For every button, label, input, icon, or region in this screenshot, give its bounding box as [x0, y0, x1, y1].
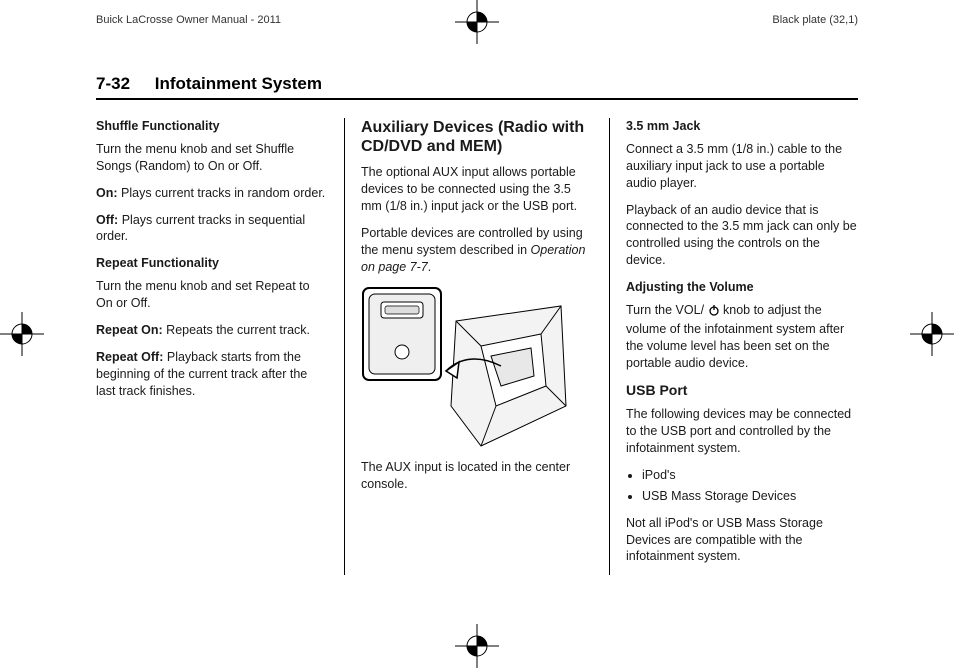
usb-note: Not all iPod's or USB Mass Storage Devic… [626, 515, 858, 566]
page: Buick LaCrosse Owner Manual - 2011 Black… [0, 0, 954, 668]
column-2: Auxiliary Devices (Radio with CD/DVD and… [344, 118, 609, 575]
usb-list: iPod's USB Mass Storage Devices [626, 467, 858, 505]
repeat-on: Repeat On: Repeats the current track. [96, 322, 328, 339]
volume-heading: Adjusting the Volume [626, 279, 858, 296]
shuffle-on: On: Plays current tracks in random order… [96, 185, 328, 202]
plate-label: Black plate (32,1) [772, 14, 858, 26]
aux-caption: The AUX input is located in the center c… [361, 459, 593, 493]
page-header: 7-32 Infotainment System [96, 74, 858, 100]
shuffle-intro: Turn the menu knob and set Shuffle Songs… [96, 141, 328, 175]
usb-heading: USB Port [626, 381, 858, 400]
aux-p2b: . [428, 260, 431, 274]
repeat-on-label: Repeat On: [96, 323, 163, 337]
jack-heading: 3.5 mm Jack [626, 118, 858, 135]
repeat-off-label: Repeat Off: [96, 350, 163, 364]
chapter-title: Infotainment System [155, 74, 322, 93]
list-item: iPod's [642, 467, 858, 484]
shuffle-off-text: Plays current tracks in sequential order… [96, 213, 305, 244]
list-item: USB Mass Storage Devices [642, 488, 858, 505]
jack-p1: Connect a 3.5 mm (1/8 in.) cable to the … [626, 141, 858, 192]
shuffle-on-text: Plays current tracks in random order. [121, 186, 325, 200]
aux-p2: Portable devices are controlled by using… [361, 225, 593, 276]
registration-mark-right-icon [910, 312, 954, 356]
usb-intro: The following devices may be connected t… [626, 406, 858, 457]
aux-heading: Auxiliary Devices (Radio with CD/DVD and… [361, 118, 593, 156]
repeat-heading: Repeat Functionality [96, 255, 328, 272]
repeat-off: Repeat Off: Playback starts from the beg… [96, 349, 328, 400]
column-3: 3.5 mm Jack Connect a 3.5 mm (1/8 in.) c… [609, 118, 858, 575]
topline: Buick LaCrosse Owner Manual - 2011 Black… [96, 14, 858, 26]
jack-p2: Playback of an audio device that is conn… [626, 202, 858, 270]
columns: Shuffle Functionality Turn the menu knob… [96, 118, 858, 575]
shuffle-off: Off: Plays current tracks in sequential … [96, 212, 328, 246]
content-area: 7-32 Infotainment System Shuffle Functio… [96, 74, 858, 620]
repeat-intro: Turn the menu knob and set Repeat to On … [96, 278, 328, 312]
aux-p1: The optional AUX input allows portable d… [361, 164, 593, 215]
volume-p: Turn the VOL/ knob to adjust the volume … [626, 302, 858, 372]
shuffle-heading: Shuffle Functionality [96, 118, 328, 135]
power-icon [708, 304, 720, 321]
volume-p-a: Turn the VOL/ [626, 303, 708, 317]
column-1: Shuffle Functionality Turn the menu knob… [96, 118, 344, 575]
shuffle-off-label: Off: [96, 213, 118, 227]
manual-title: Buick LaCrosse Owner Manual - 2011 [96, 14, 281, 26]
aux-illustration-icon [361, 286, 593, 451]
shuffle-on-label: On: [96, 186, 118, 200]
repeat-on-text: Repeats the current track. [166, 323, 310, 337]
page-number: 7-32 [96, 74, 130, 93]
registration-mark-bottom-icon [455, 624, 499, 668]
registration-mark-left-icon [0, 312, 44, 356]
